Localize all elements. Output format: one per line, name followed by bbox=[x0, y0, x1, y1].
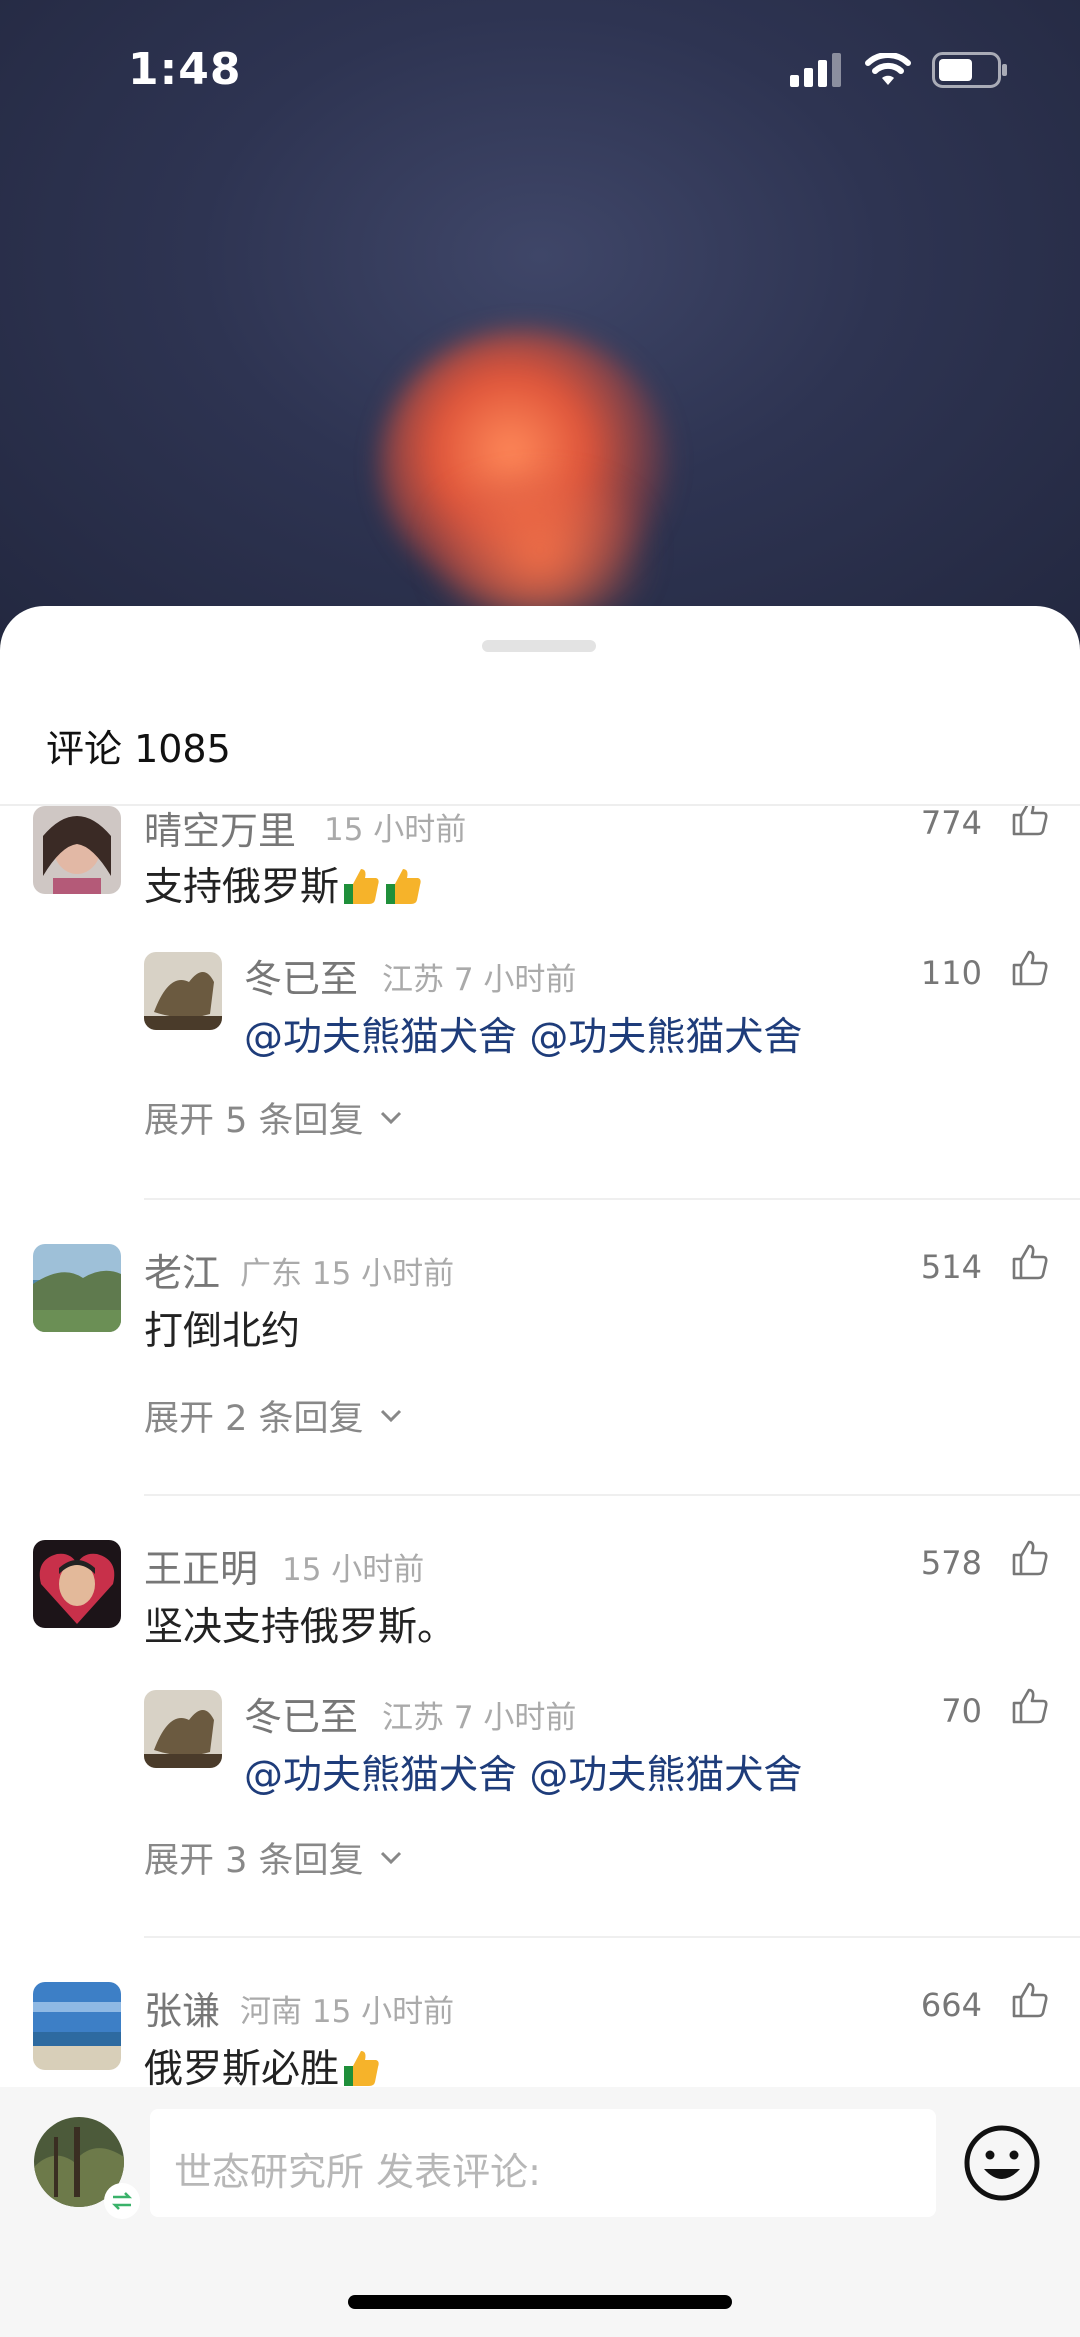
thumbs-up-outline-icon[interactable] bbox=[1010, 1538, 1050, 1578]
comment-text-content: 俄罗斯必胜 bbox=[144, 2047, 340, 2091]
thumbs-up-outline-icon[interactable] bbox=[1010, 1242, 1050, 1282]
reply-avatar[interactable] bbox=[144, 952, 222, 1030]
reply-text[interactable]: @功夫熊猫犬舍 @功夫熊猫犬舍 bbox=[244, 1744, 802, 1800]
thumbs-up-emoji bbox=[344, 869, 379, 904]
chevron-down-icon bbox=[380, 1111, 401, 1124]
expand-replies-label: 展开 5 条回复 bbox=[144, 1101, 364, 1141]
comment-meta: 15 小时前 bbox=[324, 812, 467, 848]
smiley-icon[interactable] bbox=[962, 2123, 1042, 2203]
expand-replies-label: 展开 3 条回复 bbox=[144, 1841, 364, 1881]
comment-divider bbox=[144, 1494, 1080, 1496]
chevron-down-icon bbox=[380, 1409, 401, 1422]
reply-like-count: 110 bbox=[920, 954, 982, 992]
expand-replies-button[interactable]: 展开 5 条回复 bbox=[144, 1092, 404, 1143]
thumbs-up-outline-icon[interactable] bbox=[1010, 948, 1050, 988]
chevron-down-icon bbox=[380, 1851, 401, 1864]
comments-sheet: 评论 1085 晴空万里 15 小时前 774 支持俄罗斯 冬已至 江苏 7 小… bbox=[0, 606, 1080, 2337]
comment-text: 支持俄罗斯 bbox=[144, 856, 423, 912]
thumbs-up-emoji bbox=[386, 869, 421, 904]
comment-text-content: 支持俄罗斯 bbox=[144, 865, 340, 910]
comment-author[interactable]: 晴空万里 bbox=[144, 806, 296, 855]
reply-like-count: 70 bbox=[941, 1692, 982, 1730]
sheet-drag-handle[interactable] bbox=[482, 640, 596, 652]
expand-replies-label: 展开 2 条回复 bbox=[144, 1399, 364, 1439]
video-frame-object-lower bbox=[420, 480, 660, 620]
thumbs-up-outline-icon[interactable] bbox=[1010, 1980, 1050, 2020]
comment-text: 坚决支持俄罗斯。 bbox=[144, 1605, 457, 1650]
reply-author[interactable]: 冬已至 bbox=[244, 1686, 358, 1741]
comments-title: 评论 1085 bbox=[46, 727, 231, 771]
comment-list[interactable]: 晴空万里 15 小时前 774 支持俄罗斯 冬已至 江苏 7 小时前 110 @… bbox=[0, 806, 1080, 2091]
status-icons bbox=[790, 52, 1008, 88]
status-bar: 1:48 bbox=[0, 0, 1080, 140]
like-count: 774 bbox=[920, 806, 982, 842]
comment-meta: 广东 15 小时前 bbox=[240, 1256, 455, 1292]
like-count: 664 bbox=[920, 1986, 982, 2024]
like-count: 514 bbox=[920, 1248, 982, 1286]
status-time: 1:48 bbox=[128, 44, 242, 95]
avatar[interactable] bbox=[33, 1244, 121, 1332]
swap-account-icon[interactable] bbox=[104, 2183, 140, 2219]
reply-text[interactable]: @功夫熊猫犬舍 @功夫熊猫犬舍 bbox=[244, 1006, 802, 1062]
comment-divider bbox=[144, 1936, 1080, 1938]
comment-author[interactable]: 王正明 bbox=[144, 1538, 258, 1593]
comment-meta: 15 小时前 bbox=[282, 1552, 425, 1588]
cellular-signal-icon bbox=[790, 53, 841, 87]
thumbs-up-outline-icon[interactable] bbox=[1010, 806, 1050, 838]
battery-icon bbox=[932, 52, 1007, 88]
like-count: 578 bbox=[920, 1544, 982, 1582]
comment-meta: 河南 15 小时前 bbox=[240, 1994, 455, 2030]
expand-replies-button[interactable]: 展开 3 条回复 bbox=[144, 1832, 404, 1883]
reply-author[interactable]: 冬已至 bbox=[244, 948, 358, 1003]
comment-input[interactable]: 世态研究所 发表评论: bbox=[150, 2109, 936, 2217]
comment-text: 俄罗斯必胜 bbox=[144, 2038, 381, 2091]
comment-text: 打倒北约 bbox=[144, 1309, 301, 1354]
reply-avatar[interactable] bbox=[144, 1690, 222, 1768]
avatar[interactable] bbox=[33, 1982, 121, 2070]
thumbs-up-emoji bbox=[344, 2051, 379, 2086]
avatar[interactable] bbox=[33, 806, 121, 894]
comment-input-placeholder: 世态研究所 发表评论: bbox=[174, 2150, 541, 2194]
reply-meta: 江苏 7 小时前 bbox=[382, 1700, 577, 1736]
expand-replies-button[interactable]: 展开 2 条回复 bbox=[144, 1390, 404, 1441]
reply-meta: 江苏 7 小时前 bbox=[382, 962, 577, 998]
comment-author[interactable]: 张谦 bbox=[144, 1980, 220, 2035]
comment-author[interactable]: 老江 bbox=[144, 1242, 220, 1297]
comment-composer-bar: 世态研究所 发表评论: bbox=[0, 2087, 1080, 2337]
wifi-icon bbox=[865, 53, 911, 85]
home-indicator[interactable] bbox=[348, 2295, 732, 2309]
avatar[interactable] bbox=[33, 1540, 121, 1628]
thumbs-up-outline-icon[interactable] bbox=[1010, 1686, 1050, 1726]
comment-divider bbox=[144, 1198, 1080, 1200]
